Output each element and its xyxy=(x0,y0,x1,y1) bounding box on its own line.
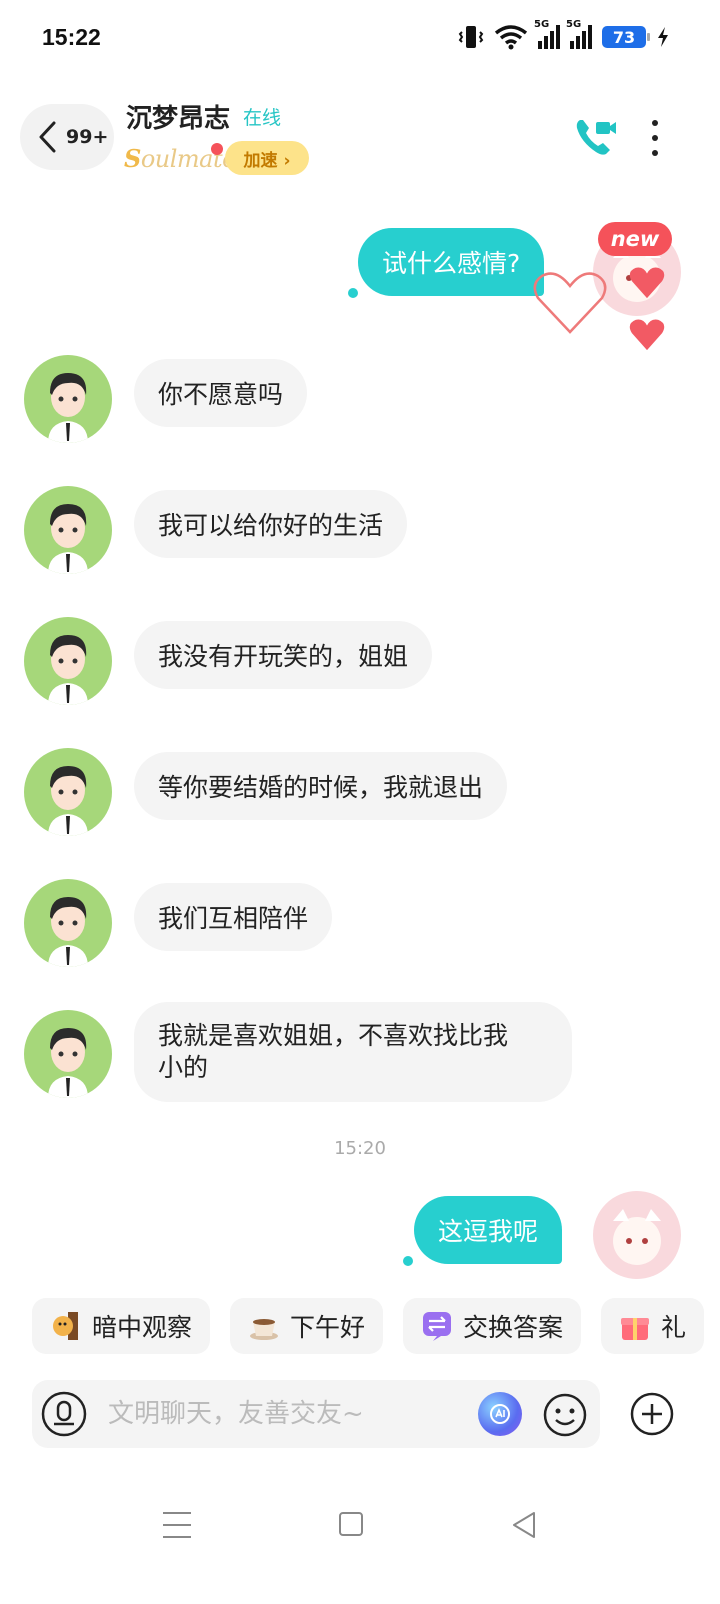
my-avatar[interactable] xyxy=(593,1191,681,1279)
vibrate-icon xyxy=(458,26,484,48)
contact-avatar[interactable] xyxy=(24,1010,112,1098)
unread-count: 99+ xyxy=(66,126,109,148)
message-line: 我就是喜欢姐姐，不喜欢找比我 xyxy=(158,1021,509,1050)
contact-avatar-icon xyxy=(48,635,88,705)
recent-apps-icon[interactable] xyxy=(163,1512,191,1538)
signal-5g-icon-2: 5G xyxy=(566,19,592,49)
quick-reply-bar: 暗中观察 下午好 交换答案 礼 xyxy=(32,1298,705,1354)
message-bubble-incoming[interactable]: 我可以给你好的生活 xyxy=(134,490,408,558)
message-bubble-incoming[interactable]: 我没有开玩笑的，姐姐 xyxy=(134,621,433,689)
more-options-icon[interactable] xyxy=(645,120,665,156)
quick-reply-chip[interactable]: 礼 xyxy=(601,1298,705,1354)
read-indicator-dot xyxy=(403,1256,413,1266)
phone-video-call-icon[interactable] xyxy=(572,114,618,160)
contact-avatar[interactable] xyxy=(24,355,112,443)
contact-avatar[interactable] xyxy=(24,486,112,574)
contact-avatar-icon xyxy=(48,1028,88,1098)
contact-avatar-icon xyxy=(48,373,88,443)
signal-5g-icon-1: 5G xyxy=(534,19,560,49)
home-icon[interactable] xyxy=(339,1512,363,1536)
charging-icon xyxy=(658,27,668,47)
my-avatar-icon xyxy=(613,1209,661,1265)
read-indicator-dot xyxy=(348,288,358,298)
message-bubble-incoming[interactable]: 等你要结婚的时候，我就退出 xyxy=(134,752,508,820)
ai-assistant-icon[interactable] xyxy=(478,1392,522,1436)
back-button[interactable]: 99+ xyxy=(20,104,114,170)
battery-icon: 73 xyxy=(602,26,650,48)
contact-avatar-icon xyxy=(48,897,88,967)
wifi-icon xyxy=(494,25,528,50)
notification-dot xyxy=(211,143,223,155)
contact-avatar[interactable] xyxy=(24,748,112,836)
message-bubble-incoming[interactable]: 你不愿意吗 xyxy=(134,359,308,427)
contact-avatar-icon xyxy=(48,766,88,836)
speed-up-button[interactable]: 加速 › xyxy=(225,141,309,175)
message-input-bar xyxy=(32,1380,600,1448)
emoji-icon[interactable] xyxy=(542,1392,588,1438)
message-bubble-outgoing[interactable]: 试什么感情? xyxy=(358,228,545,296)
clock: 15:22 xyxy=(42,24,101,50)
contact-avatar[interactable] xyxy=(24,879,112,967)
message-input[interactable] xyxy=(108,1380,468,1448)
contact-avatar[interactable] xyxy=(24,617,112,705)
add-icon[interactable] xyxy=(629,1391,675,1437)
voice-icon[interactable] xyxy=(40,1390,88,1438)
contact-avatar-icon xyxy=(48,504,88,574)
message-line: 小的 xyxy=(158,1053,209,1082)
message-timestamp: 15:20 xyxy=(334,1138,386,1159)
status-icons: 5G 5G 73 xyxy=(458,19,670,50)
quick-reply-chip[interactable]: 交换答案 xyxy=(403,1298,582,1354)
heart-outline-icon xyxy=(533,272,607,334)
status-bar: 15:22 5G 5G 73 xyxy=(0,0,720,80)
message-bubble-incoming[interactable]: 我就是喜欢姐姐，不喜欢找比我 小的 xyxy=(134,1002,572,1102)
message-bubble-incoming[interactable]: 我们互相陪伴 xyxy=(134,883,333,951)
swap-icon xyxy=(421,1310,453,1342)
back-triangle-icon[interactable] xyxy=(510,1510,538,1540)
chevron-left-icon xyxy=(39,121,56,153)
contact-name[interactable]: 沉梦昂志 xyxy=(126,98,230,135)
heart-icon xyxy=(629,319,665,351)
quick-reply-chip[interactable]: 暗中观察 xyxy=(32,1298,211,1354)
peek-dog-icon xyxy=(50,1310,82,1342)
online-status: 在线 xyxy=(243,107,282,129)
quick-reply-chip[interactable]: 下午好 xyxy=(230,1298,384,1354)
message-bubble-outgoing[interactable]: 这逗我呢 xyxy=(414,1196,563,1264)
coffee-icon xyxy=(248,1310,280,1342)
heart-icon xyxy=(629,267,665,299)
gift-icon xyxy=(619,1310,651,1342)
new-badge: new xyxy=(598,222,672,256)
